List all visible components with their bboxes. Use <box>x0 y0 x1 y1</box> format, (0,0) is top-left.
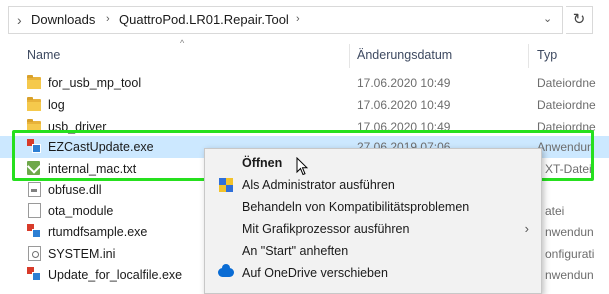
file-name: SYSTEM.ini <box>48 247 116 261</box>
breadcrumb-downloads[interactable]: Downloads <box>31 12 95 27</box>
column-header-name[interactable]: Name <box>27 48 60 62</box>
file-type: Dateiordne <box>537 98 596 112</box>
column-divider[interactable] <box>528 44 529 68</box>
address-bar: › Downloads › QuattroPod.LR01.Repair.Too… <box>0 0 609 40</box>
file-name: Update_for_localfile.exe <box>48 268 183 282</box>
onedrive-icon <box>218 264 234 277</box>
menu-item-label: Auf OneDrive verschieben <box>242 266 388 280</box>
file-type: atei <box>545 204 565 218</box>
file-name: for_usb_mp_tool <box>48 76 142 90</box>
chevron-down-icon[interactable]: ⌄ <box>543 12 552 25</box>
menu-item-label: Öffnen <box>242 156 283 170</box>
menu-item-troubleshoot-compatibility[interactable]: Behandeln von Kompatibilitätsproblemen <box>205 196 541 218</box>
settings-file-icon <box>28 246 41 261</box>
file-name: ota_module <box>48 204 114 218</box>
menu-item-label: Behandeln von Kompatibilitätsproblemen <box>242 200 470 214</box>
file-type: Dateiordne <box>537 76 596 90</box>
file-type: nwendun <box>545 225 594 239</box>
file-type: nwendun <box>545 268 594 282</box>
exe-icon <box>27 224 41 238</box>
chevron-right-icon[interactable]: › <box>17 12 22 28</box>
folder-icon <box>27 97 41 111</box>
breadcrumb-separator-icon[interactable]: › <box>106 13 110 25</box>
folder-icon <box>27 75 41 89</box>
refresh-icon[interactable]: ↻ <box>566 6 593 34</box>
menu-item-pin-to-start[interactable]: An "Start" anheften <box>205 240 541 262</box>
menu-item-label: Mit Grafikprozessor ausführen <box>242 222 410 236</box>
dll-file-icon <box>28 182 41 197</box>
file-type: onfigurati <box>545 247 595 261</box>
menu-item-run-as-admin[interactable]: Als Administrator ausführen <box>205 174 541 196</box>
column-header-row: ^ Name Änderungsdatum Typ <box>0 38 609 72</box>
sort-ascending-icon: ^ <box>180 38 185 48</box>
breadcrumb[interactable]: › Downloads › QuattroPod.LR01.Repair.Too… <box>8 6 563 34</box>
column-header-date[interactable]: Änderungsdatum <box>357 48 452 62</box>
file-name: log <box>48 98 65 112</box>
breadcrumb-current-folder[interactable]: QuattroPod.LR01.Repair.Tool <box>119 12 289 27</box>
chevron-right-icon: › <box>524 221 529 236</box>
menu-item-open[interactable]: Öffnen <box>205 152 541 174</box>
file-date: 17.06.2020 10:49 <box>357 76 451 90</box>
menu-item-run-with-gpu[interactable]: Mit Grafikprozessor ausführen › <box>205 218 541 240</box>
column-divider[interactable] <box>349 44 350 68</box>
file-date: 17.06.2020 10:49 <box>357 98 451 112</box>
column-header-type[interactable]: Typ <box>537 48 557 62</box>
uac-shield-icon <box>219 178 233 192</box>
context-menu: Öffnen Als Administrator ausführen Behan… <box>204 148 542 294</box>
menu-item-label: Als Administrator ausführen <box>242 178 395 192</box>
list-item[interactable]: for_usb_mp_tool 17.06.2020 10:49 Dateior… <box>0 72 609 94</box>
file-name: obfuse.dll <box>48 183 102 197</box>
menu-item-label: An "Start" anheften <box>242 244 349 258</box>
file-name: rtumdfsample.exe <box>48 225 148 239</box>
file-icon <box>28 203 41 218</box>
menu-item-move-to-onedrive[interactable]: Auf OneDrive verschieben <box>205 262 541 284</box>
exe-icon <box>27 267 41 281</box>
breadcrumb-separator-icon[interactable]: › <box>296 13 300 25</box>
list-item[interactable]: log 17.06.2020 10:49 Dateiordne <box>0 94 609 116</box>
